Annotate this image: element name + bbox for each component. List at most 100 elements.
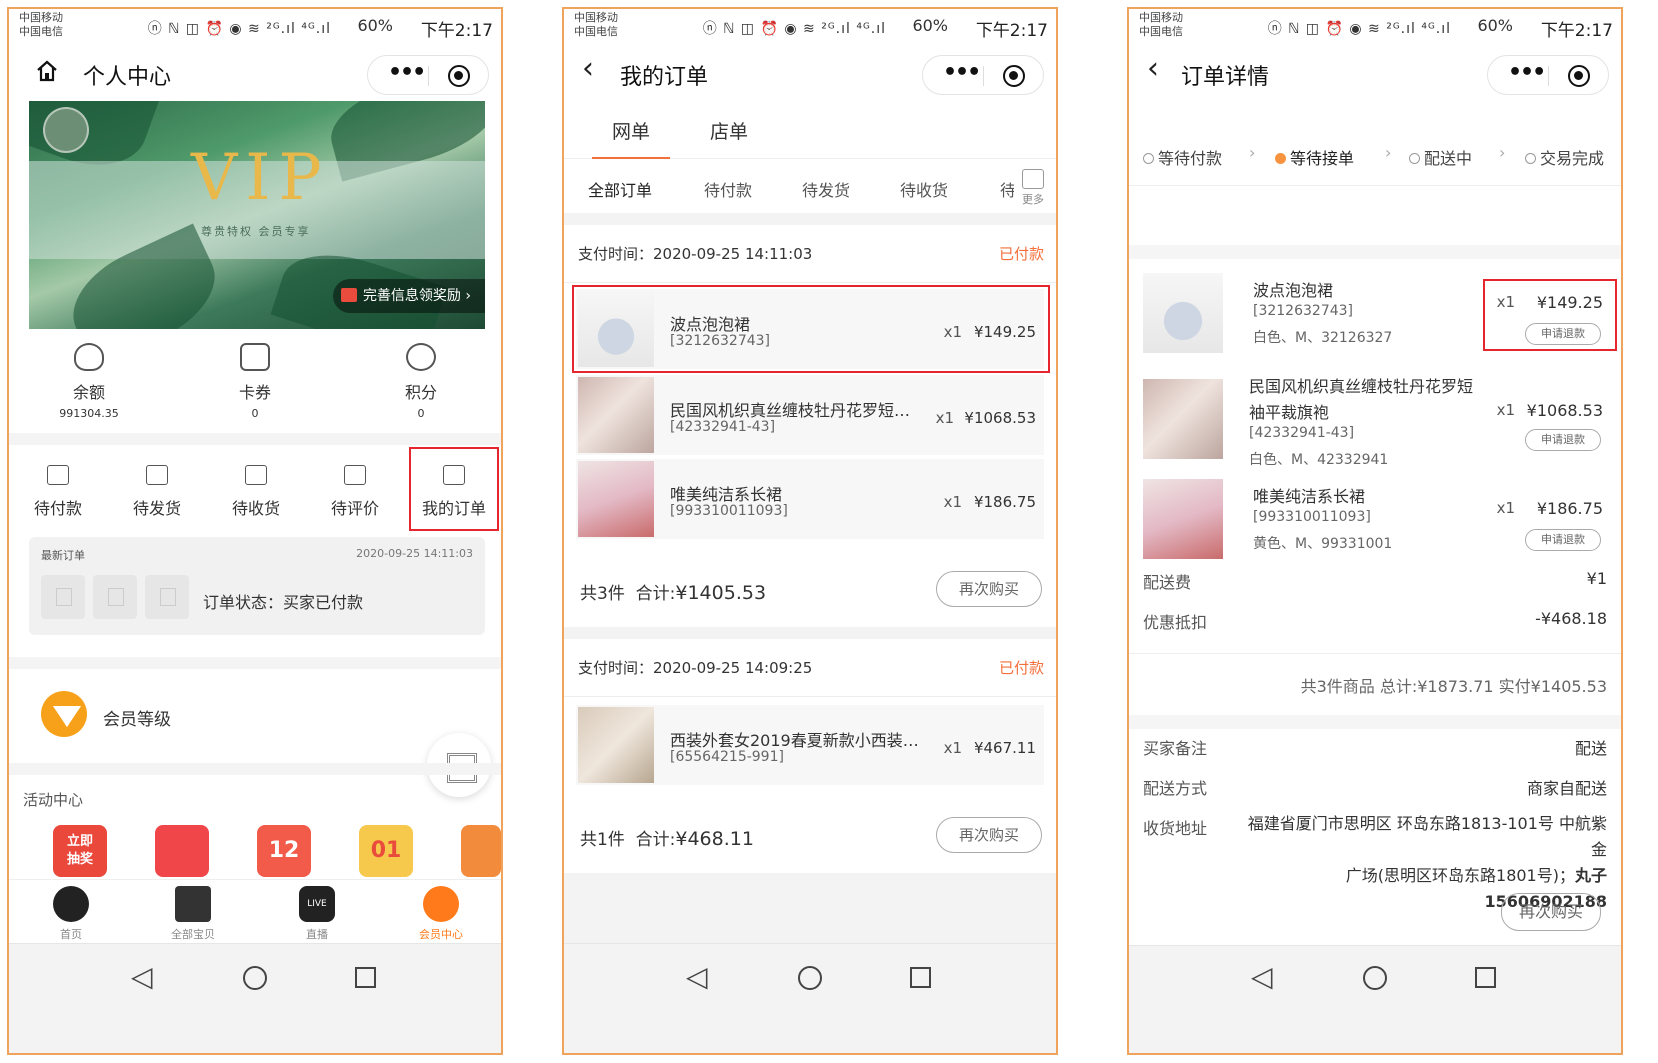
more-filters-button[interactable]: 更多 [1020,167,1046,207]
product-code: [65564215-991] [670,749,784,765]
tab-all-products[interactable]: 全部宝贝 [153,886,233,942]
top-bar: ‹ 订单详情 ••• [1129,45,1621,101]
activity-center-title: 活动中心 [23,791,84,809]
tab-online-orders[interactable]: 网单 [612,117,650,144]
more-icon[interactable]: ••• [943,60,981,85]
quantity: x1 [1496,499,1515,517]
back-chevron-icon[interactable]: ‹ [582,51,594,86]
tab-home[interactable]: 首页 [31,886,111,942]
tab-live[interactable]: LIVE 直播 [277,886,357,942]
card-icon [240,343,270,371]
close-mini-program-icon[interactable] [1568,65,1590,87]
clock: 下午2:17 [975,21,1048,41]
tab-member-center[interactable]: 会员中心 [401,886,481,942]
home-icon[interactable] [35,59,59,83]
filter-pending-receipt[interactable]: 待收货 [900,177,948,201]
vip-title: VIP [191,141,330,215]
more-icon[interactable]: ••• [1508,60,1546,85]
filter-pending-shipment[interactable]: 待发货 [802,177,850,201]
calendar-activity[interactable]: 12 [257,825,311,877]
user-icon [423,886,459,922]
home-circle-icon[interactable] [243,966,267,990]
pending-shipment-shortcut[interactable]: 待发货 [112,465,202,519]
balance-entry[interactable]: 余额 991304.35 [29,337,149,420]
product-code: [3212632743] [1253,303,1353,319]
back-chevron-icon[interactable]: ‹ [1147,51,1159,86]
quantity: x1 [1496,401,1515,419]
chevron-right-icon: › [1249,143,1256,162]
highlight-box [572,285,1050,373]
product-code: [42332941-43] [1249,425,1355,441]
refund-button[interactable]: 申请退款 [1525,529,1601,551]
highlight-box [409,447,499,531]
product-code: [42332941-43] [670,419,776,435]
status-bar: 中国移动 中国电信 60% 下午2:17 ⓝ ℕ ◫ ⏰ ◉ ≋ ²ᴳ.ıl ⁴ᴳ… [564,9,1056,45]
recent-apps-icon[interactable] [910,967,931,988]
recent-apps-icon[interactable] [355,967,376,988]
vip-banner[interactable]: VIP 尊贵特权 会员专享 完善信息领奖励 › [29,101,485,329]
order-item[interactable]: 西装外套女2019春夏新款小西装韩… [65564215-991] x1 ¥46… [576,705,1044,785]
discount-row: 优惠抵扣 -¥468.18 [1143,609,1607,632]
pending-review-shortcut[interactable]: 待评价 [310,465,400,519]
home-circle-icon[interactable] [1363,966,1387,990]
complete-info-reward-button[interactable]: 完善信息领奖励 › [332,279,485,313]
system-nav-bar: ◁ [1129,945,1621,1053]
refund-button[interactable]: 申请退款 [1525,429,1601,451]
step-awaiting-payment: 等待付款 [1143,145,1222,169]
step-awaiting-acceptance: 等待接单 [1275,145,1354,169]
phone-my-orders: 中国移动 中国电信 60% 下午2:17 ⓝ ℕ ◫ ⏰ ◉ ≋ ²ᴳ.ıl ⁴ᴳ… [562,7,1058,1055]
close-mini-program-icon[interactable] [448,65,470,87]
order-item[interactable]: 唯美纯洁系长裙 [993310011093] x1 ¥186.75 [576,459,1044,539]
step-dot [1409,153,1420,164]
rebuy-button[interactable]: 再次购买 [936,571,1042,607]
member-level-entry[interactable]: 会员等级 [9,669,501,761]
lottery-activity[interactable]: 立即 抽奖 [53,825,107,877]
more-icon[interactable]: ••• [388,60,426,85]
tab-store-orders[interactable]: 店单 [710,117,748,144]
truck-icon [245,465,267,485]
active-tab-underline [592,157,670,159]
red-envelope-activity[interactable] [155,825,209,877]
order-total-row: 共3件 合计:¥1405.53 再次购买 [564,555,1056,625]
filter-all[interactable]: 全部订单 [588,177,652,201]
rebuy-button[interactable]: 再次购买 [936,817,1042,853]
discount: -¥468.18 [1535,609,1607,628]
pending-receipt-shortcut[interactable]: 待收货 [211,465,301,519]
recent-apps-icon[interactable] [1475,967,1496,988]
filter-overflow[interactable]: 待 [1000,177,1014,201]
home-circle-icon[interactable] [798,966,822,990]
coupon-entry[interactable]: 卡券 0 [195,337,315,420]
quantity: x1 [943,739,962,757]
latest-order-card[interactable]: 最新订单 2020-09-25 14:11:03 订单状态：买家已付款 [29,537,485,635]
address-label: 收货地址 [1143,819,1208,838]
pending-payment-shortcut[interactable]: 待付款 [13,465,103,519]
product-name: 西装外套女2019春夏新款小西装韩… [670,731,920,750]
product-name: 波点泡泡裙 [1253,281,1334,300]
status-icons: ⓝ ℕ ◫ ⏰ ◉ ≋ ²ᴳ.ıl ⁴ᴳ.ıl [147,21,331,37]
price: ¥186.75 [1536,499,1603,518]
diamond-icon [41,691,87,737]
back-icon[interactable]: ◁ [686,960,708,993]
more-activity[interactable] [461,825,501,877]
clock: 下午2:17 [420,21,493,41]
order-total: ¥1405.53 [675,582,767,604]
order-detail-item: 唯美纯洁系长裙 [993310011093] 黄色、M、99331001 x1 … [1139,477,1611,561]
order-detail-item: 民国风机织真丝缠枝牡丹花罗短 袖平裁旗袍 [42332941-43] 白色、M、… [1139,373,1611,469]
order-item[interactable]: 民国风机织真丝缠枝牡丹花罗短… [42332941-43] x1 ¥1068.5… [576,375,1044,455]
back-icon[interactable]: ◁ [131,960,153,993]
order-shortcuts: 待付款 待发货 待收货 待评价 我的订单 [9,445,501,535]
order-thumb [41,575,85,619]
checkin-activity[interactable]: 01 [359,825,413,877]
top-bar: ‹ 我的订单 ••• [564,45,1056,101]
points-entry[interactable]: 积分 0 [361,337,481,420]
wallet-icon [47,465,69,485]
clock: 下午2:17 [1540,21,1613,41]
close-mini-program-icon[interactable] [1003,65,1025,87]
rebuy-button[interactable]: 再次购买 [1501,893,1601,931]
box-icon [146,465,168,485]
avatar[interactable] [43,107,89,153]
back-icon[interactable]: ◁ [1251,960,1273,993]
filter-pending-payment[interactable]: 待付款 [704,177,752,201]
edit-icon [344,465,366,485]
order-total-row: 共1件 合计:¥468.11 再次购买 [564,801,1056,871]
